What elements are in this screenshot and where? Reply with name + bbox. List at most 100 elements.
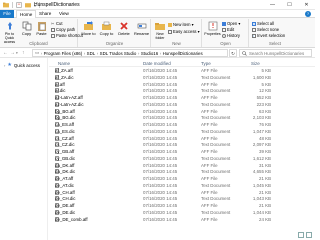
copy-path-button[interactable]: Copy path [51,27,75,32]
new-item-button[interactable]: New item ▾ [168,22,194,27]
table-row[interactable]: de_DE.dic 07/16/2020 14:45 Text Document 1,… [49,209,315,217]
table-row[interactable]: ar.aff 07/16/2020 14:45 AFF File 5 KB [49,81,315,89]
minimize-button[interactable]: — [264,0,281,10]
table-row[interactable]: cy_GB.aff 07/16/2020 14:45 AFF File 39 KB [49,149,315,156]
table-row[interactable]: de_DE.aff 07/16/2020 14:45 AFF File 21 KB [49,203,315,210]
file-size: 5 KB [261,68,271,73]
separator [12,2,13,8]
chevron-right-icon[interactable]: › [4,63,5,68]
new-folder-label: New folder [155,32,165,40]
breadcrumb-sdl-trados-studio[interactable]: SDL Trados Studio [100,51,137,56]
tab-share[interactable]: Share [36,10,54,18]
column-header-date[interactable]: Date modified [143,61,171,66]
new-group: New folder New item ▾ Easy access ▾ New [152,19,202,47]
help-icon[interactable]: ? [305,11,311,17]
file-date: 07/16/2020 14:45 [143,135,178,141]
paste-shortcut-button[interactable]: Paste shortcut [51,33,83,38]
table-row[interactable]: da_DK.dic 07/16/2020 14:45 Text Document 4,… [49,169,315,176]
properties-icon[interactable] [16,2,22,8]
table-row[interactable]: af_ZA.aff 07/16/2020 14:45 AFF File 5 KB [49,68,315,75]
open-button[interactable]: Open ▾ [222,21,241,26]
file-type: Text Document [201,115,231,121]
breadcrumb-studio16[interactable]: Studio16 [141,51,158,56]
file-date: 07/16/2020 14:45 [143,108,178,114]
edit-button[interactable]: Edit [222,27,234,32]
easy-access-button[interactable]: Easy access ▾ [168,29,200,34]
file-type: AFF File [201,108,218,114]
copy-to-icon [101,21,111,30]
invert-selection-button[interactable]: Invert selection [252,33,285,38]
table-row[interactable]: de_CH.dic 07/16/2020 14:45 Text Document 1,… [49,196,315,203]
table-row[interactable]: cy_GB.dic 07/16/2020 14:45 Text Document 1,… [49,155,315,163]
file-name: ar.aff [55,81,65,87]
paste-button[interactable]: Paste [34,21,49,37]
table-row[interactable]: cs_CZ.dic 07/16/2020 14:45 Text Document 2,… [49,142,315,149]
search-box[interactable] [239,49,312,57]
properties-button[interactable]: Properties [204,21,221,37]
maximize-button[interactable]: ☐ [281,0,298,10]
column-header-size[interactable]: Size [251,61,275,66]
file-date: 07/16/2020 14:45 [143,68,178,73]
new-folder-button[interactable]: New folder [153,21,167,40]
breadcrumb-sdl[interactable]: SDL [87,51,96,56]
nav-item-quick-access[interactable]: › ★ Quick access [4,62,40,68]
back-button[interactable]: ← [3,50,8,56]
folder-icon[interactable] [3,2,9,8]
tab-view[interactable]: View [56,10,72,18]
breadcrumb-hunspelldictionaries[interactable]: HunspellDictionaries [163,51,203,56]
forward-button[interactable]: → [10,50,15,56]
search-input[interactable] [249,50,309,56]
file-date: 07/16/2020 14:45 [143,169,178,175]
large-icons-view-icon[interactable] [306,232,312,238]
history-button[interactable]: History [222,33,240,38]
breadcrumb-program-files[interactable]: Program Files (x86) [44,51,83,56]
recent-locations-button[interactable]: ▾ [16,51,18,55]
column-headers: Name Date modified Type Size [49,60,315,67]
table-row[interactable]: ar.dic 07/16/2020 14:45 Text Document 12 KB [49,88,315,95]
copy-to-button[interactable]: Copy to [98,21,115,37]
scissors-icon: ✂ [51,20,55,26]
table-row[interactable]: de_AT.aff 07/16/2020 14:45 AFF File 21 KB [49,176,315,183]
table-row[interactable]: de_AT.dic 07/16/2020 14:45 Text Document 1,… [49,182,315,190]
select-all-button[interactable]: Select all [252,21,274,26]
delete-button[interactable]: Delete [116,21,132,37]
copy-button[interactable]: Copy [19,21,34,37]
cut-button[interactable]: ✂ Cut [51,21,63,26]
details-view-icon[interactable] [298,232,304,238]
properties-label: Properties [204,32,221,36]
refresh-button[interactable]: ↻ [229,49,237,57]
table-row[interactable]: cs_CZ.aff 07/16/2020 14:45 AFF File 48 KB [49,135,315,143]
column-header-name[interactable]: Name [58,61,70,66]
table-row[interactable]: da_DK.aff 07/16/2020 14:45 AFF File 31 KB [49,162,315,170]
table-row[interactable]: af_ZA.dic 07/16/2020 14:45 Text Document 1,… [49,74,315,82]
file-size: 31 KB [259,162,271,168]
table-row[interactable]: de_CH.aff 07/16/2020 14:45 AFF File 21 KB [49,189,315,197]
rename-button[interactable]: Rename [133,21,150,37]
table-row[interactable]: bg_BG.dic 07/16/2020 14:45 Text Document 2,… [49,115,315,122]
file-type: Text Document [201,155,231,161]
file-size: 552 KB [256,95,271,100]
table-row[interactable]: az-Latn-AZ.dic 07/16/2020 14:45 Text Docum… [49,101,315,109]
chevron-right-icon: › [40,50,43,56]
file-name: de_AT.dic [55,182,74,188]
move-to-button[interactable]: Move to [80,21,97,37]
table-row[interactable]: ca_ES.aff 07/16/2020 14:45 AFF File 76 KB [49,122,315,129]
column-header-type[interactable]: Type [201,61,211,66]
window-title: HunspellDictionaries [34,2,80,8]
file-date: 07/16/2020 14:45 [143,209,178,215]
address-bar[interactable]: ▭ › Program Files (x86) › SDL › SDL Trad… [32,49,228,57]
file-date: 07/16/2020 14:45 [143,101,178,107]
star-icon: ★ [7,62,12,68]
table-row[interactable]: ca_ES.dic 07/16/2020 14:45 Text Document 1,… [49,128,315,136]
table-row[interactable]: de_DE_comb.aff 07/16/2020 14:45 AFF File 24… [49,216,315,224]
table-row[interactable]: az-Latn-AZ.aff 07/16/2020 14:45 AFF File 55… [49,95,315,102]
table-row[interactable]: bg_BG.aff 07/16/2020 14:45 AFF File 63 KB [49,108,315,116]
new-folder-icon[interactable] [25,2,31,8]
file-date: 07/16/2020 14:45 [143,203,178,208]
tab-file[interactable]: File [0,10,14,18]
delete-icon [120,22,128,30]
file-name: bg_BG.aff [55,108,75,114]
close-button[interactable]: ✕ [298,0,315,10]
up-button[interactable]: ↑ [22,50,25,56]
select-none-button[interactable]: Select none [252,27,279,32]
